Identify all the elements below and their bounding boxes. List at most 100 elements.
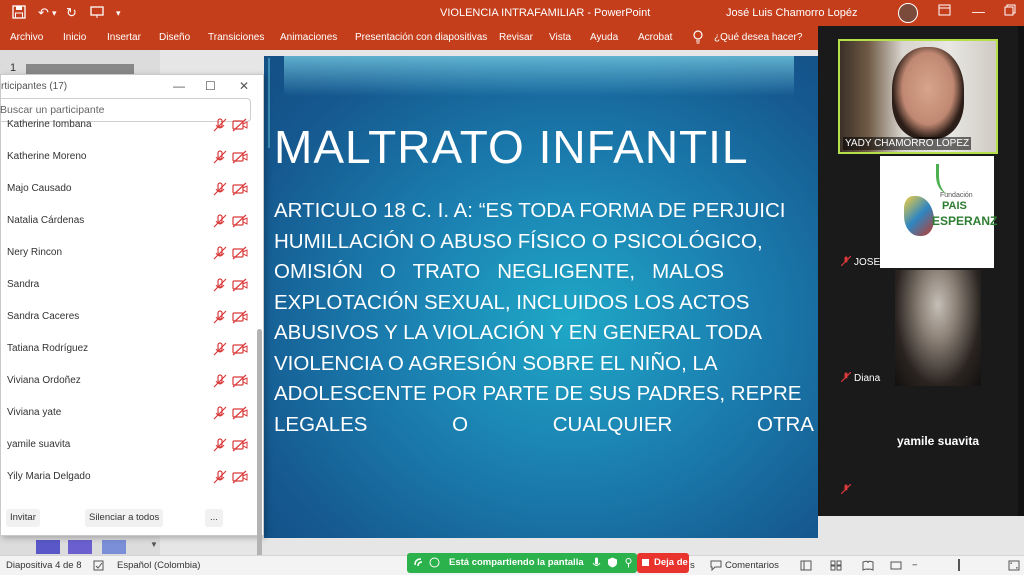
participant-row[interactable]: Viviana yate <box>1 397 257 429</box>
pin-icon[interactable] <box>623 557 634 568</box>
logo-text: ESPERANZA <box>932 214 998 228</box>
participant-name: Yily Maria Delgado <box>7 471 91 482</box>
redo-icon[interactable]: ↻ <box>66 5 77 21</box>
screen-sharing-bar[interactable]: Está compartiendo la pantalla <box>407 553 637 573</box>
tab-revisar[interactable]: Revisar <box>499 32 533 43</box>
slide-body-line: OMISIÓN O TRATO NEGLIGENTE, MALOS <box>274 260 724 283</box>
comments-icon[interactable] <box>710 560 722 572</box>
participant-row[interactable]: Katherine Moreno <box>1 141 257 173</box>
slide-thumbnail[interactable] <box>26 64 134 74</box>
notes-label[interactable]: s <box>690 560 695 571</box>
fit-slide-icon[interactable] <box>1008 560 1020 571</box>
tab-animaciones[interactable]: Animaciones <box>280 32 337 43</box>
participant-video <box>892 47 964 139</box>
restore-icon[interactable] <box>1004 4 1016 19</box>
participant-name-label: YADY CHAMORRO LOPEZ <box>843 137 972 150</box>
tab-ayuda[interactable]: Ayuda <box>590 32 618 43</box>
video-off-icon <box>232 246 248 260</box>
slide-body-line: ADOLESCENTE POR PARTE DE SUS PADRES, REP… <box>274 382 802 405</box>
lightbulb-icon <box>692 30 704 44</box>
participant-row[interactable]: Viviana Ordoñez <box>1 365 257 397</box>
slide-body-line: HUMILLACIÓN O ABUSO FÍSICO O PSICOLÓGICO… <box>274 229 763 253</box>
language-indicator[interactable]: Español (Colombia) <box>117 560 200 571</box>
participant-row[interactable]: yamile suavita <box>1 429 257 461</box>
slide-body[interactable]: ARTICULO 18 C. I. A: “ES TODA FORMA DE P… <box>274 196 818 440</box>
slide-canvas[interactable]: MALTRATO INFANTIL ARTICULO 18 C. I. A: “… <box>264 56 818 538</box>
minimize-icon[interactable]: — <box>972 4 985 19</box>
zoom-slider[interactable] <box>958 559 974 571</box>
video-tile[interactable]: yamile suavita <box>838 386 998 498</box>
participant-row[interactable]: Nery Rincon <box>1 237 257 269</box>
tab-presentacion[interactable]: Presentación con diapositivas <box>355 32 487 43</box>
video-gallery-panel: YADY CHAMORRO LOPEZ Fundación PAIS ESPER… <box>818 26 1024 516</box>
undo-icon[interactable]: ↶ <box>38 5 49 21</box>
participant-row[interactable]: Majo Causado <box>1 173 257 205</box>
ribbon-display-icon[interactable] <box>938 4 951 19</box>
tab-transiciones[interactable]: Transiciones <box>208 32 264 43</box>
reading-view-icon[interactable] <box>862 560 874 571</box>
panel-edge <box>1018 26 1024 516</box>
participant-name-center: yamile suavita <box>896 434 980 448</box>
mic-icon[interactable] <box>591 557 602 568</box>
spell-check-icon[interactable] <box>93 560 105 571</box>
logo-plant-shape <box>936 164 958 194</box>
mute-all-button[interactable]: Silenciar a todos <box>85 509 164 527</box>
participant-row[interactable]: Sandra <box>1 269 257 301</box>
tab-insertar[interactable]: Insertar <box>107 32 141 43</box>
slide-thumbnail[interactable] <box>102 540 126 554</box>
stop-share-button[interactable]: Deja de <box>637 553 689 573</box>
customize-toolbar-icon[interactable]: ▾ <box>116 8 121 19</box>
video-tile-active-speaker[interactable]: YADY CHAMORRO LOPEZ <box>838 39 998 154</box>
video-tile[interactable]: Diana <box>838 270 998 386</box>
video-off-icon <box>232 182 248 196</box>
video-tile[interactable]: Fundación PAIS ESPERANZA JOSE CHAMORRO <box>838 154 998 270</box>
participant-row[interactable]: Tatiana Rodríguez <box>1 333 257 365</box>
participant-name: Diana <box>854 373 881 384</box>
participant-row[interactable]: Natalia Cárdenas <box>1 205 257 237</box>
logo-text: Fundación <box>940 192 973 199</box>
slideshow-view-icon[interactable] <box>890 560 902 571</box>
slide-thumbnail[interactable] <box>36 540 60 554</box>
slide-body-line: EXPLOTACIÓN SEXUAL, INCLUIDOS LOS ACTOS <box>274 290 750 314</box>
zoom-out-icon[interactable]: − <box>912 560 918 571</box>
scroll-down-icon[interactable]: ▼ <box>148 540 160 552</box>
video-off-icon <box>232 310 248 324</box>
tab-vista[interactable]: Vista <box>549 32 571 43</box>
muted-mic-icon <box>213 278 227 292</box>
participant-row[interactable]: Yily Maria Delgado <box>1 461 257 493</box>
tell-me-search[interactable]: ¿Qué desea hacer? <box>714 32 802 43</box>
undo-dropdown-icon[interactable]: ▾ <box>52 8 57 19</box>
invite-button[interactable]: Invitar <box>6 509 40 527</box>
slide-thumbnail[interactable] <box>68 540 92 554</box>
slide-title[interactable]: MALTRATO INFANTIL <box>274 120 749 174</box>
close-icon[interactable]: ✕ <box>239 79 249 93</box>
tab-acrobat[interactable]: Acrobat <box>638 32 672 43</box>
tab-archivo[interactable]: Archivo <box>10 32 43 43</box>
minimize-icon[interactable]: — <box>173 79 185 93</box>
participant-row[interactable]: Katherine Iombana <box>1 115 257 141</box>
video-off-icon <box>232 438 248 452</box>
avatar[interactable] <box>898 3 918 23</box>
start-slideshow-icon[interactable] <box>90 5 104 22</box>
thumbnail-number: 1 <box>10 62 17 74</box>
organization-logo: Fundación PAIS ESPERANZA <box>880 156 998 268</box>
slide-sorter-icon[interactable] <box>830 560 842 571</box>
tab-diseno[interactable]: Diseño <box>159 32 190 43</box>
participant-name: yamile suavita <box>7 439 71 450</box>
tab-inicio[interactable]: Inicio <box>63 32 86 43</box>
user-name[interactable]: José Luis Chamorro Lopéz <box>726 7 857 19</box>
participants-scrollbar[interactable] <box>257 329 262 567</box>
normal-view-icon[interactable] <box>800 560 812 571</box>
logo-map-shape <box>904 196 934 236</box>
video-off-icon <box>232 374 248 388</box>
comments-button[interactable]: Comentarios <box>725 560 779 571</box>
security-icon[interactable] <box>607 557 618 568</box>
participant-row[interactable]: Sandra Caceres <box>1 301 257 333</box>
participants-window: rticipantes (17) — ☐ ✕ Buscar un partici… <box>0 74 264 567</box>
more-options-button[interactable]: ... <box>205 509 223 527</box>
participant-name: Katherine Iombana <box>7 119 92 130</box>
save-icon[interactable] <box>12 5 26 22</box>
participants-title: rticipantes (17) <box>1 81 68 92</box>
maximize-icon[interactable]: ☐ <box>205 79 216 93</box>
participant-name: Sandra <box>7 279 40 290</box>
